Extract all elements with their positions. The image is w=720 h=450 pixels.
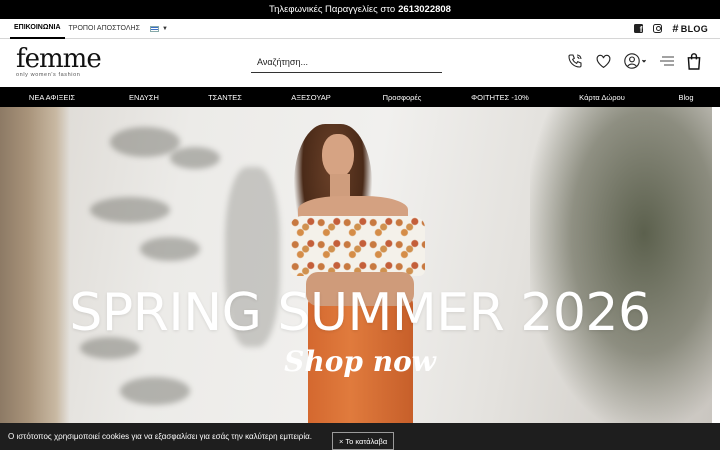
instagram-icon[interactable] — [653, 24, 663, 33]
search-input[interactable]: Αναζήτηση... — [251, 51, 442, 73]
model-face — [322, 134, 354, 178]
cookie-message: Ο ιστότοπος χρησιμοποιεί cookies για να … — [8, 432, 312, 441]
shop-now-link[interactable]: Shop now — [0, 347, 720, 377]
facebook-icon[interactable] — [634, 24, 644, 34]
shopping-bag-icon[interactable] — [686, 52, 702, 70]
nav-item-accessories[interactable]: ΑΞΕΣΟΥΑΡ — [291, 87, 331, 107]
leaf-shadow — [170, 147, 220, 169]
announcement-bar: Τηλεφωνικές Παραγγελίες στο 2613022808 — [0, 0, 720, 19]
account-icon[interactable] — [624, 52, 648, 70]
femme-logo[interactable]: femme only women's fashion — [16, 44, 106, 78]
nav-item-bags[interactable]: ΤΣΑΝΤΕΣ — [208, 87, 242, 107]
blog-top-label: BLOG — [680, 23, 708, 34]
cookie-accept-button[interactable]: × Το κατάλαβα — [332, 432, 395, 450]
main-nav: ΝΕΑ ΑΦΙΞΕΙΣ ΕΝΔΥΣΗ ΤΣΑΝΤΕΣ ΑΞΕΣΟΥΑΡ Προσ… — [0, 87, 720, 107]
leaf-shadow — [110, 127, 180, 157]
blog-top-link[interactable]: # BLOG — [672, 23, 708, 35]
nav-item-new-arrivals[interactable]: ΝΕΑ ΑΦΙΞΕΙΣ — [29, 87, 75, 107]
greek-flag-icon — [149, 25, 159, 32]
nav-item-gift-card[interactable]: Κάρτα Δώρου — [579, 87, 625, 107]
nav-item-clothing[interactable]: ΕΝΔΥΣΗ — [129, 87, 159, 107]
language-selector[interactable]: ▼ — [149, 25, 168, 32]
close-icon: × — [339, 436, 344, 446]
announcement-phone-link[interactable]: 2613022808 — [398, 4, 451, 15]
model-floral-top — [290, 216, 425, 276]
contact-link[interactable]: ΕΠΙΚΟΙΝΩΝΙΑ — [10, 19, 65, 39]
announcement-text: Τηλεφωνικές Παραγγελίες στο — [269, 4, 396, 15]
nav-item-students[interactable]: ΦΟΙΤΗΤΕΣ -10% — [471, 87, 529, 107]
social-links: #BLOG — [634, 23, 720, 35]
header-icons — [555, 52, 702, 70]
hero-banner[interactable]: SPRING SUMMER 2026 Shop now — [0, 107, 720, 423]
utility-bar: ΕΠΙΚΟΙΝΩΝΙΑ ΤΡΟΠΟΙ ΑΠΟΣΤΟΛΗΣ ▼ #BLOG — [0, 19, 720, 39]
site-header: femme only women's fashion Αναζήτηση... — [0, 39, 720, 87]
chevron-down-icon: ▼ — [161, 25, 168, 32]
phone-icon[interactable] — [567, 53, 583, 69]
nav-item-blog[interactable]: Blog — [678, 87, 693, 107]
menu-lines-icon[interactable] — [660, 55, 674, 67]
heart-icon[interactable] — [595, 53, 612, 69]
leaf-shadow — [90, 197, 170, 223]
leaf-shadow — [140, 237, 200, 261]
cookie-accept-label: Το κατάλαβα — [345, 436, 388, 446]
nav-item-offers[interactable]: Προσφορές — [383, 87, 422, 107]
leaf-shadow — [120, 377, 190, 405]
hash-icon: # — [672, 22, 679, 35]
hero-title: SPRING SUMMER 2026 — [69, 283, 651, 343]
logo-wordmark: femme — [16, 44, 102, 74]
shipping-methods-link[interactable]: ΤΡΟΠΟΙ ΑΠΟΣΤΟΛΗΣ — [65, 19, 144, 39]
